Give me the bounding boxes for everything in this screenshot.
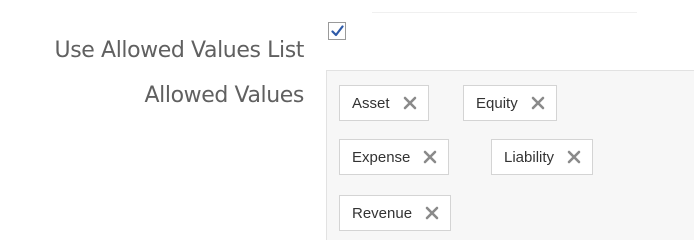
value-tag-label: Asset [352,94,390,112]
checkmark-icon [330,25,344,37]
value-tag-label: Liability [504,148,555,166]
value-tag-liability: Liability [491,139,594,175]
value-tag-label: Expense [352,148,411,166]
remove-icon[interactable] [424,205,440,221]
allowed-values-label: Allowed Values [144,83,305,108]
value-tag-label: Equity [476,94,518,112]
remove-icon[interactable] [402,95,418,111]
use-allowed-values-label: Use Allowed Values List [54,38,305,63]
allowed-values-box[interactable]: Asset Equity Expense Liability Revenue [326,70,694,240]
remove-icon[interactable] [566,149,582,165]
use-allowed-values-checkbox[interactable] [328,22,346,40]
value-tag-asset: Asset [339,85,429,121]
remove-icon[interactable] [530,95,546,111]
remove-icon[interactable] [422,149,438,165]
value-tag-equity: Equity [463,85,557,121]
divider [372,12,637,13]
value-tag-expense: Expense [339,139,450,175]
value-tag-revenue: Revenue [339,195,452,231]
value-tag-label: Revenue [352,204,413,222]
